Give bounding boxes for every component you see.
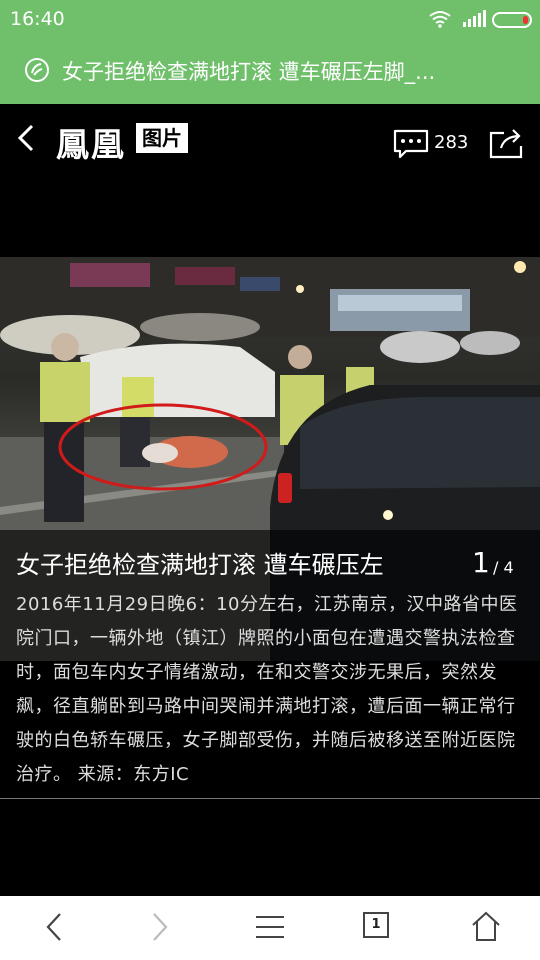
menu-icon[interactable]: [254, 910, 286, 948]
back-icon[interactable]: [14, 122, 38, 158]
page-title: 女子拒绝检查满地打滚 遭车碾压左脚_...: [62, 60, 436, 84]
home-icon[interactable]: [470, 910, 502, 948]
page-indicator-total: / 4: [493, 558, 514, 577]
share-icon[interactable]: [488, 126, 524, 164]
wifi-icon: [428, 9, 452, 33]
comment-icon[interactable]: [392, 128, 430, 164]
browser-bottom-nav: 1: [0, 896, 540, 960]
site-icon: [24, 57, 50, 87]
nav-forward-icon[interactable]: [148, 910, 174, 948]
logo: 鳳凰: [56, 125, 126, 164]
comment-count[interactable]: 283: [434, 132, 468, 153]
browser-title-bar: 女子拒绝检查满地打滚 遭车碾压左脚_...: [0, 38, 540, 104]
battery-icon: [492, 12, 532, 28]
signal-icon: [462, 10, 486, 32]
caption-title: 女子拒绝检查满地打滚 遭车碾压左: [16, 551, 384, 579]
tab-count-button[interactable]: 1: [363, 912, 389, 938]
caption-body: 2016年11月29日晚6：10分左右，江苏南京，汉中路省中医院门口，一辆外地（…: [16, 594, 518, 785]
status-bar: 16:40: [0, 0, 540, 38]
page-indicator-current: 1: [472, 546, 490, 579]
logo-badge: 图片: [136, 123, 188, 153]
app-header: 鳳凰 图片 283: [0, 104, 540, 180]
caption-panel: 女子拒绝检查满地打滚 遭车碾压左 1 / 4 2016年11月29日晚6：10分…: [0, 530, 540, 799]
nav-back-icon[interactable]: [40, 910, 66, 948]
status-time: 16:40: [10, 8, 65, 30]
